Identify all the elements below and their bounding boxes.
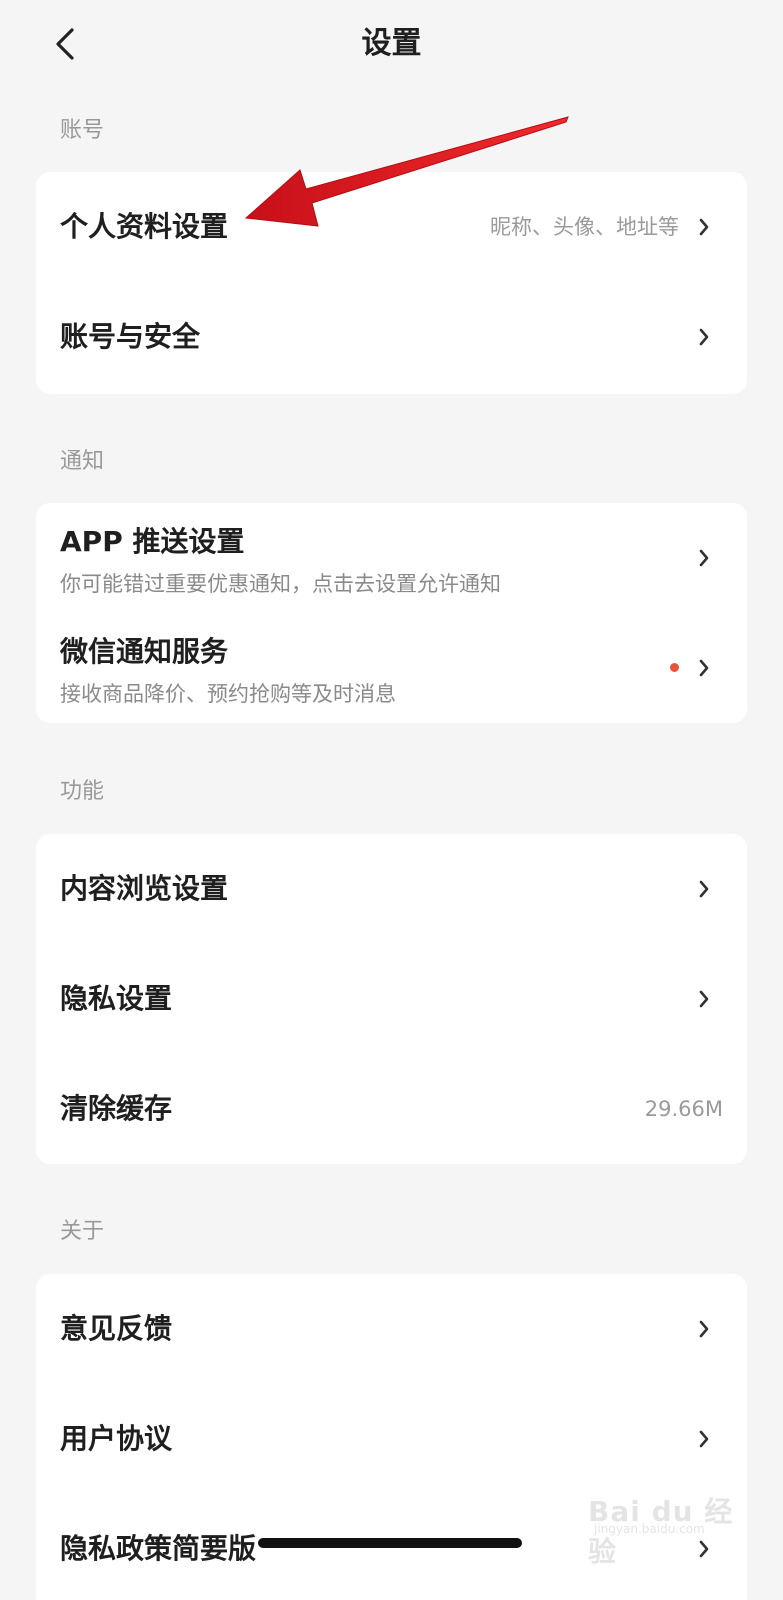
row-content-browsing-settings[interactable]: 内容浏览设置 xyxy=(36,834,747,944)
section-label-account: 账号 xyxy=(60,118,105,143)
row-wechat-notification[interactable]: 微信通知服务 接收商品降价、预约抢购等及时消息 xyxy=(36,613,747,723)
row-title: 账号与安全 xyxy=(60,320,201,353)
row-subtitle: 你可能错过重要优惠通知，点击去设置允许通知 xyxy=(60,572,501,596)
chevron-right-icon xyxy=(697,546,711,570)
chevron-right-icon xyxy=(697,877,711,901)
card-notification: APP 推送设置 你可能错过重要优惠通知，点击去设置允许通知 微信通知服务 接收… xyxy=(36,503,747,723)
row-value: 昵称、头像、地址等 xyxy=(490,215,679,239)
section-label-function: 功能 xyxy=(60,779,105,804)
row-title: 用户协议 xyxy=(60,1422,173,1455)
page-title: 设置 xyxy=(361,26,422,61)
chevron-right-icon xyxy=(697,215,711,239)
row-title: 清除缓存 xyxy=(60,1092,173,1125)
card-function: 内容浏览设置 隐私设置 清除缓存 29.66M xyxy=(36,834,747,1164)
row-title: 个人资料设置 xyxy=(60,210,229,243)
row-subtitle: 接收商品降价、预约抢购等及时消息 xyxy=(60,682,396,706)
row-profile-settings[interactable]: 个人资料设置 昵称、头像、地址等 xyxy=(36,172,747,282)
row-title: 意见反馈 xyxy=(60,1312,173,1345)
card-account: 个人资料设置 昵称、头像、地址等 账号与安全 xyxy=(36,172,747,394)
section-label-notification: 通知 xyxy=(60,449,105,474)
chevron-right-icon xyxy=(697,656,711,680)
row-title: APP 推送设置 xyxy=(60,525,245,558)
row-title: 微信通知服务 xyxy=(60,635,229,668)
chevron-right-icon xyxy=(697,1317,711,1341)
unread-dot-badge xyxy=(670,663,679,672)
home-indicator-bar[interactable] xyxy=(258,1538,522,1548)
row-clear-cache[interactable]: 清除缓存 29.66M xyxy=(36,1054,747,1164)
nav-header: 设置 xyxy=(0,0,783,90)
row-title: 内容浏览设置 xyxy=(60,872,229,905)
cache-size-value: 29.66M xyxy=(644,1097,723,1121)
chevron-right-icon xyxy=(697,1427,711,1451)
baidu-jingyan-watermark: Bai du 经验 jingyan.baidu.com xyxy=(588,1478,738,1568)
row-title: 隐私设置 xyxy=(60,982,173,1015)
row-feedback[interactable]: 意见反馈 xyxy=(36,1274,747,1384)
section-label-about: 关于 xyxy=(60,1219,105,1244)
row-account-security[interactable]: 账号与安全 xyxy=(36,282,747,392)
chevron-right-icon xyxy=(697,987,711,1011)
chevron-right-icon xyxy=(697,325,711,349)
row-privacy-settings[interactable]: 隐私设置 xyxy=(36,944,747,1054)
row-title: 隐私政策简要版 xyxy=(60,1532,257,1565)
watermark-url: jingyan.baidu.com xyxy=(594,1522,705,1536)
row-app-push-settings[interactable]: APP 推送设置 你可能错过重要优惠通知，点击去设置允许通知 xyxy=(36,503,747,613)
settings-screen: 设置 账号 个人资料设置 昵称、头像、地址等 账号与安全 通知 APP 推送设置… xyxy=(0,0,783,1600)
